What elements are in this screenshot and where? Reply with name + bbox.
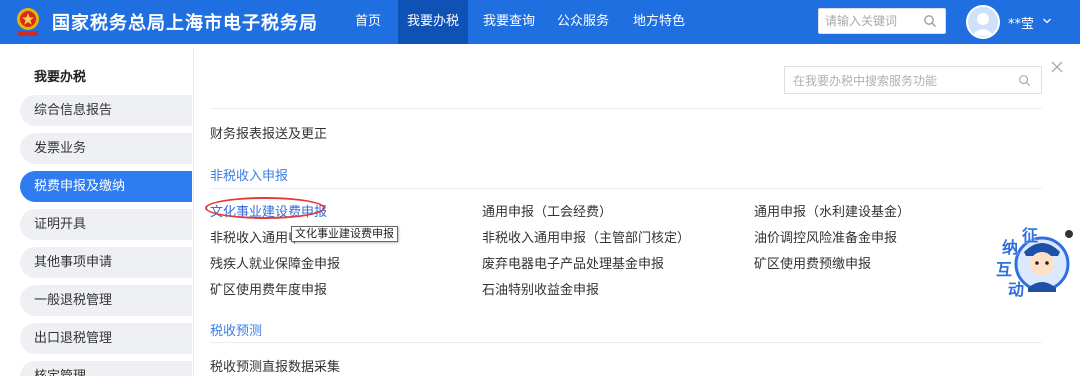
sidebar-item-other-requests[interactable]: 其他事项申请 (20, 247, 192, 278)
link-water-fund[interactable]: 通用申报（水利建设基金） (754, 201, 910, 220)
link-non-tax-general[interactable]: 非税收入通用申 (210, 227, 301, 246)
nav-query[interactable]: 我要查询 (476, 0, 542, 44)
service-search-input[interactable] (793, 72, 1013, 90)
header-search-input[interactable] (825, 12, 921, 30)
top-header: 国家税务总局上海市电子税务局 首页 我要办税 我要查询 公众服务 地方特色 **… (0, 0, 1080, 44)
sidebar-item-tax-declaration[interactable]: 税费申报及缴纳 (20, 171, 192, 202)
badge-char: 纳 (1002, 238, 1019, 257)
user-avatar[interactable] (966, 5, 1000, 39)
divider (210, 342, 1042, 343)
divider (210, 108, 1042, 109)
close-icon[interactable] (1050, 60, 1064, 74)
link-union-fee[interactable]: 通用申报（工会经费） (482, 201, 612, 220)
badge-char: 征 (1022, 226, 1039, 245)
sidebar-item-comprehensive-report[interactable]: 综合信息报告 (20, 95, 192, 126)
site-title[interactable]: 国家税务总局上海市电子税务局 (52, 9, 318, 35)
link-oil-special-gain[interactable]: 石油特别收益金申报 (482, 279, 599, 298)
sidebar-item-export-refund[interactable]: 出口退税管理 (20, 323, 192, 354)
user-name[interactable]: **莹 (1008, 13, 1034, 32)
tooltip: 文化事业建设费申报 (291, 226, 398, 242)
tax-emblem-icon (17, 8, 39, 36)
link-mining-annual[interactable]: 矿区使用费年度申报 (210, 279, 327, 298)
sidebar-item-invoice[interactable]: 发票业务 (20, 133, 192, 164)
header-search-box (818, 8, 946, 34)
search-icon[interactable] (923, 14, 937, 28)
link-financial-report[interactable]: 财务报表报送及更正 (210, 123, 327, 142)
link-mining-prepay[interactable]: 矿区使用费预缴申报 (754, 253, 871, 272)
link-waste-electronics[interactable]: 废弃电器电子产品处理基金申报 (482, 253, 664, 272)
link-forecast-data[interactable]: 税收预测直报数据采集 (210, 356, 340, 375)
sidebar-item-refund[interactable]: 一般退税管理 (20, 285, 192, 316)
link-oil-risk-fund[interactable]: 油价调控风险准备金申报 (754, 227, 897, 246)
link-non-tax-dept[interactable]: 非税收入通用申报（主管部门核定） (482, 227, 690, 246)
sidebar-title: 我要办税 (34, 70, 87, 85)
section-title-non-tax: 非税收入申报 (210, 169, 289, 184)
divider (210, 188, 1042, 189)
badge-char: 动 (1008, 280, 1025, 299)
sidebar-divider (193, 48, 194, 376)
nav-local-feature[interactable]: 地方特色 (626, 0, 692, 44)
search-icon[interactable] (1018, 74, 1031, 87)
highlight-circle (205, 197, 325, 219)
nav-public-service[interactable]: 公众服务 (550, 0, 616, 44)
chevron-down-icon[interactable] (1042, 16, 1052, 26)
section-title-tax-forecast: 税收预测 (210, 324, 263, 339)
nav-home[interactable]: 首页 (346, 0, 390, 44)
service-search-box (784, 66, 1042, 94)
user-icon (972, 13, 994, 36)
link-disabled-employment[interactable]: 残疾人就业保障金申报 (210, 253, 340, 272)
nav-do-tax[interactable]: 我要办税 (398, 0, 468, 44)
sidebar-item-certificate[interactable]: 证明开具 (20, 209, 192, 240)
interaction-widget[interactable]: 征 纳 互 动 (994, 226, 1074, 306)
sidebar-item-assessment[interactable]: 核定管理 (20, 361, 192, 376)
